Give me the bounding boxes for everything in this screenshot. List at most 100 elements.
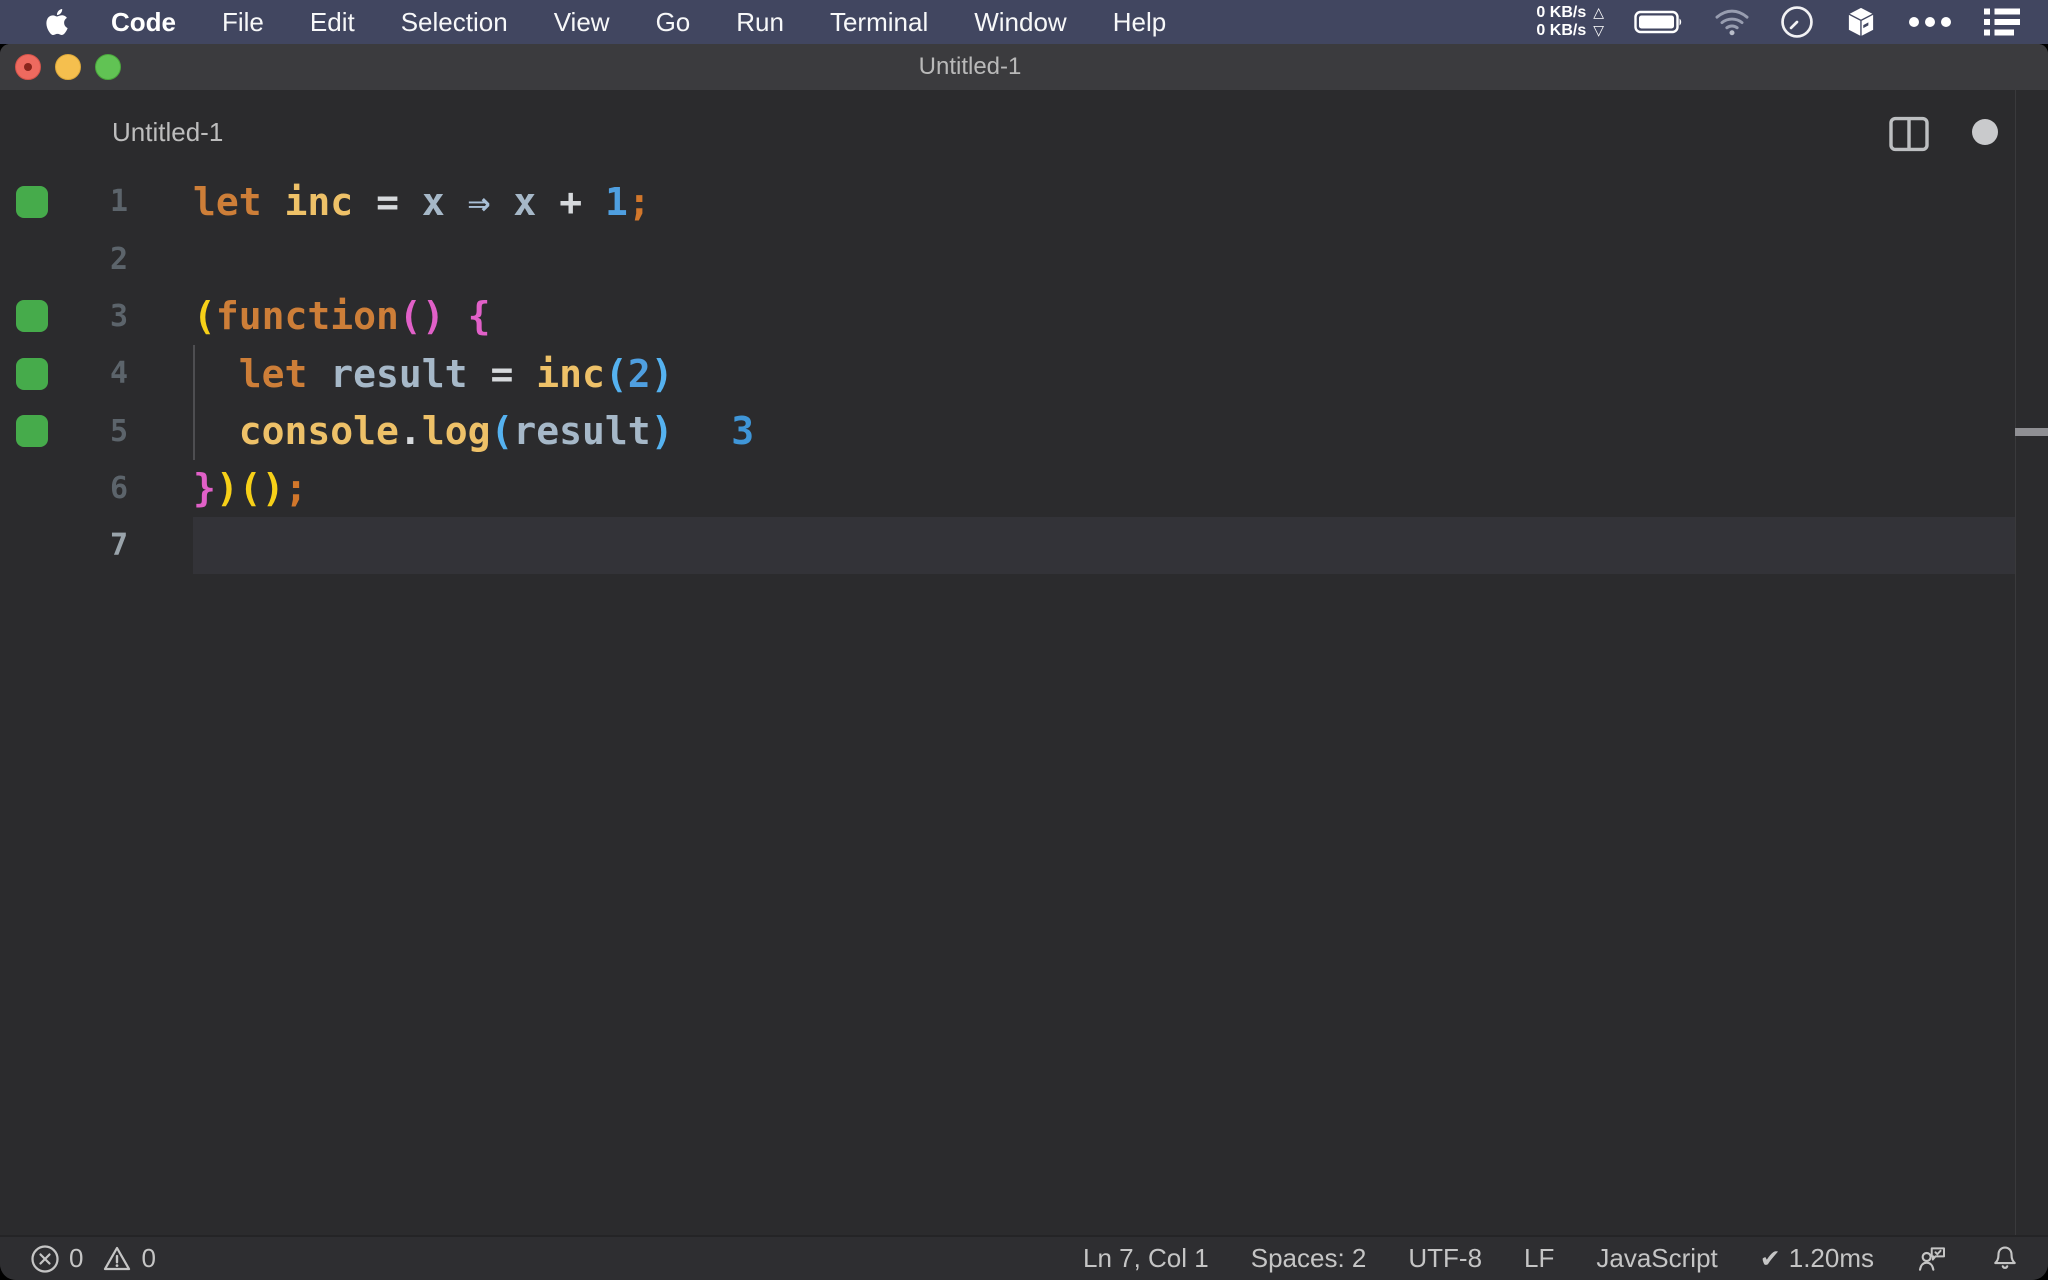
menu-item-file[interactable]: File [199,7,287,38]
notifications-button[interactable] [1990,1243,2020,1275]
wifi-icon [1715,9,1749,36]
split-editor-button[interactable] [1888,116,1930,152]
code-text[interactable]: (function() { [193,288,2015,345]
gutter-marker-cell [0,402,60,459]
clock-app-menu[interactable] [1780,5,1814,39]
line-number[interactable]: 3 [60,299,128,334]
cursor-position[interactable]: Ln 7, Col 1 [1083,1243,1209,1274]
code-token: result [330,351,468,396]
code-left-margin [128,230,193,287]
code-line-6[interactable]: 6 })(); [0,460,2015,517]
code-token: 2 [627,351,651,396]
menu-item-edit[interactable]: Edit [287,7,378,38]
menu-item-window[interactable]: Window [951,7,1089,38]
line-number[interactable]: 5 [60,414,128,449]
window-titlebar[interactable]: Untitled-1 [0,44,2048,90]
vscode-window: Untitled-1 Untitled-1 1 let inc = x ⇒ x +… [0,44,2048,1280]
gutter-marker-cell [0,460,60,517]
code-text[interactable]: let result = inc(2) [193,345,2015,402]
line-number[interactable]: 4 [60,356,128,391]
line-number[interactable]: 1 [60,184,128,219]
up-triangle-icon: △ [1593,5,1604,21]
overview-ruler[interactable] [2015,90,2016,1235]
menu-item-help[interactable]: Help [1090,7,1189,38]
code-left-margin [128,173,193,230]
encoding-setting[interactable]: UTF-8 [1408,1243,1482,1274]
code-line-4[interactable]: 4 let result = inc(2) [0,345,2015,402]
gutter-marker-cell [0,173,60,230]
language-mode[interactable]: JavaScript [1596,1243,1717,1274]
code-text[interactable]: let inc = x ⇒ x + 1; [193,173,2015,230]
network-speed-indicator[interactable]: 0 KB/s △ 0 KB/s ▽ [1536,4,1604,40]
code-line-2[interactable]: 2 [0,230,2015,287]
apple-menu[interactable] [36,7,78,37]
code-token: let [238,351,308,396]
code-text[interactable] [193,230,2015,287]
apple-icon [46,9,68,36]
list-icon [1984,8,2020,36]
down-triangle-icon: ▽ [1593,23,1604,39]
code-line-1[interactable]: 1 let inc = x ⇒ x + 1; [0,173,2015,230]
gutter-marker-cell [0,230,60,287]
indentation-setting[interactable]: Spaces: 2 [1251,1243,1367,1274]
cube-app-menu[interactable] [1844,5,1878,39]
code-token: log [421,409,491,454]
tab-untitled-1[interactable]: Untitled-1 [112,117,223,148]
code-left-margin [128,402,193,459]
code-line-5[interactable]: 5 console. log(result) 3 [0,402,2015,459]
more-menu[interactable] [1908,16,1952,28]
code-token: inc [284,179,354,224]
line-number[interactable]: 2 [60,242,128,277]
code-token: ( [238,466,262,511]
code-left-margin [128,345,193,402]
menu-item-view[interactable]: View [531,7,633,38]
close-button[interactable] [15,54,41,80]
cube-icon [1846,6,1876,38]
line-number[interactable]: 7 [60,528,128,563]
code-text[interactable]: })(); [193,460,2015,517]
code-token: ) [261,466,285,511]
feedback-button[interactable] [1916,1243,1948,1275]
editor-region[interactable]: Untitled-1 1 let inc = x ⇒ x + 1; 2 3 (funct… [0,90,2048,1235]
menu-item-terminal[interactable]: Terminal [807,7,951,38]
code-token: ; [284,466,308,511]
code-token: ( [490,409,514,454]
menu-item-code[interactable]: Code [88,7,199,38]
code-token: } [193,466,216,511]
problems-button[interactable]: 0 0 [30,1243,156,1274]
bell-icon [1994,1245,2016,1269]
eol-setting[interactable]: LF [1524,1243,1554,1274]
code-token: . [398,409,422,454]
code-text[interactable]: console. log(result) 3 [193,402,2015,459]
battery-menu[interactable] [1634,9,1684,35]
wifi-menu[interactable] [1714,8,1750,36]
code-left-margin [128,460,193,517]
list-menu[interactable] [1982,7,2022,37]
code-token: ) [650,409,674,454]
minimize-button[interactable] [55,54,81,80]
menu-item-selection[interactable]: Selection [378,7,531,38]
zoom-button[interactable] [95,54,121,80]
menu-item-go[interactable]: Go [633,7,714,38]
code-text[interactable] [193,517,2015,575]
quokka-perf[interactable]: ✔ 1.20ms [1760,1243,1874,1274]
status-bar: 0 0 Ln 7, Col 1 Spaces: 2 UTF-8 LF JavaS… [0,1235,2048,1280]
menu-item-run[interactable]: Run [713,7,807,38]
code-token: = [376,179,399,224]
window-title: Untitled-1 [918,53,1022,80]
coverage-indicator [16,415,48,448]
line-number[interactable]: 6 [60,471,128,506]
code-token: console [238,409,399,454]
code-line-7[interactable]: 7 [0,517,2015,575]
code-line-3[interactable]: 3 (function() { [0,288,2015,345]
error-count: 0 [69,1243,84,1273]
unsaved-dot-icon[interactable] [1972,119,1998,145]
net-up-value: 0 KB/s [1536,4,1587,21]
